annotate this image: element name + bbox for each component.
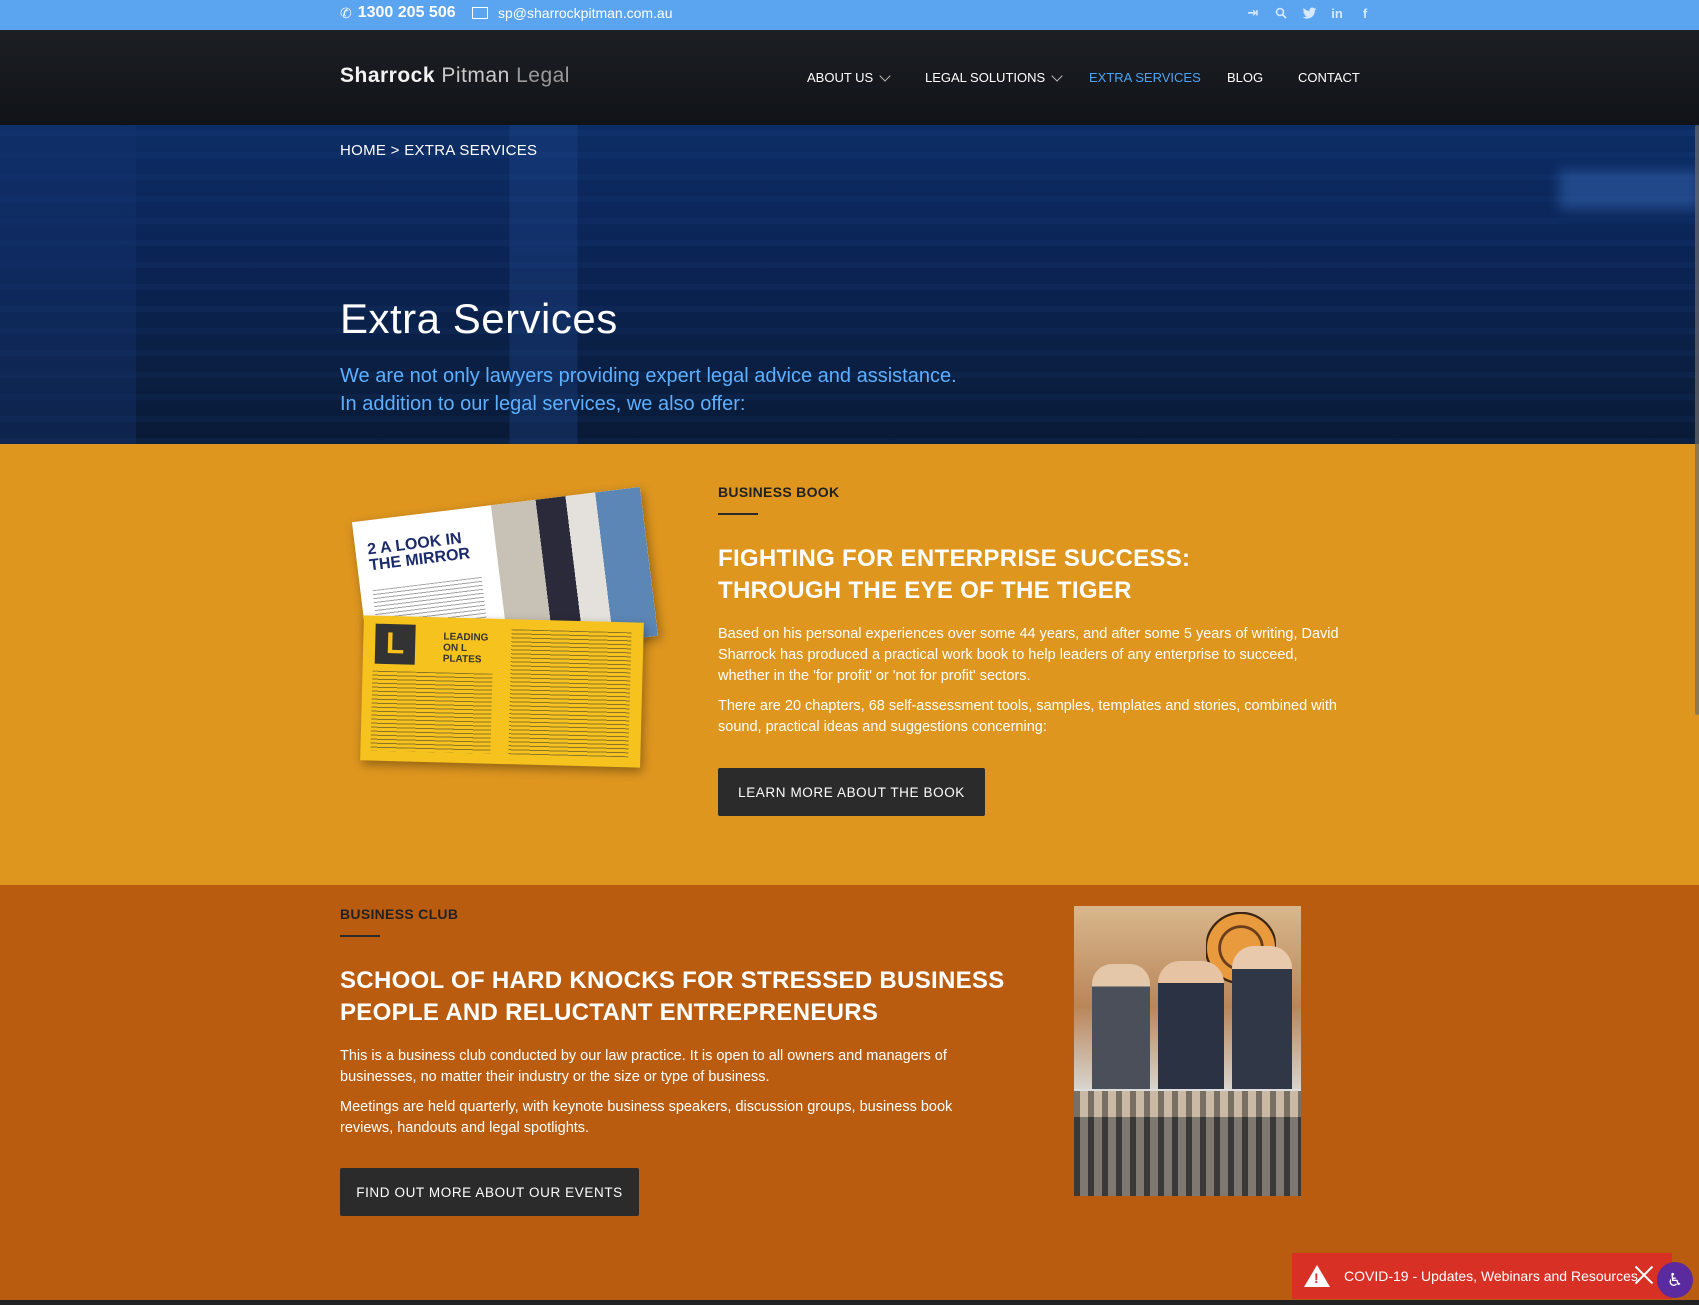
- nav-blog-label: BLOG: [1227, 70, 1264, 85]
- accessibility-icon[interactable]: ♿: [1657, 1262, 1693, 1298]
- site-logo[interactable]: Sharrock Pitman Legal: [340, 64, 570, 88]
- book-page-l-plates: L LEADING ON L PLATES: [360, 615, 644, 768]
- book-description-1: Based on his personal experiences over s…: [718, 626, 1339, 684]
- page-scrollbar[interactable]: [1695, 125, 1699, 715]
- login-icon[interactable]: ⇥: [1245, 5, 1261, 21]
- phone-link[interactable]: ✆ 1300 205 506: [340, 4, 456, 22]
- club-event-photo: [1074, 906, 1301, 1196]
- social-links: ⇥ in f: [1245, 5, 1373, 21]
- hero-decoration: [1559, 170, 1699, 210]
- chevron-down-icon: [879, 69, 891, 82]
- book-spread-image: 2 A LOOK IN THE MIRROR L LEADING ON L PL…: [351, 484, 660, 774]
- search-icon[interactable]: [1273, 5, 1289, 21]
- site-header: Sharrock Pitman Legal ABOUT US LEGAL SOL…: [0, 30, 1699, 125]
- club-title: SCHOOL OF HARD KNOCKS FOR STRESSED BUSIN…: [340, 965, 1005, 1029]
- linkedin-icon[interactable]: in: [1329, 5, 1345, 21]
- l-plate-icon: L: [374, 623, 416, 665]
- section-label-business-book: BUSINESS BOOK: [718, 484, 840, 500]
- envelope-icon: [472, 7, 488, 19]
- nav-extra-services-label: EXTRA SERVICES: [1089, 70, 1201, 85]
- hero-intro-line-2: In addition to our legal services, we al…: [340, 393, 746, 415]
- find-out-events-button[interactable]: FIND OUT MORE ABOUT OUR EVENTS: [340, 1168, 639, 1216]
- covid-notice-text[interactable]: COVID-19 - Updates, Webinars and Resourc…: [1344, 1268, 1638, 1284]
- book-page-l-plates-title: LEADING ON L PLATES: [442, 631, 489, 666]
- logo-part-legal: Legal: [516, 64, 570, 87]
- section-divider: [718, 513, 758, 515]
- club-description-2: Meetings are held quarterly, with keynot…: [340, 1099, 953, 1136]
- logo-part-pitman: Pitman: [441, 64, 510, 87]
- email-link[interactable]: sp@sharrockpitman.com.au: [472, 5, 673, 21]
- section-divider: [340, 935, 380, 937]
- facebook-icon[interactable]: f: [1357, 5, 1373, 21]
- person-figure: [1158, 961, 1224, 1089]
- close-icon[interactable]: [1634, 1265, 1654, 1285]
- hero-intro: We are not only lawyers providing expert…: [340, 362, 957, 418]
- business-book-section: 2 A LOOK IN THE MIRROR L LEADING ON L PL…: [0, 444, 1699, 885]
- learn-more-book-button[interactable]: LEARN MORE ABOUT THE BOOK: [718, 768, 985, 816]
- email-address: sp@sharrockpitman.com.au: [498, 5, 673, 21]
- club-description-1: This is a business club conducted by our…: [340, 1048, 947, 1085]
- book-page-text: [508, 629, 632, 758]
- phone-icon: ✆: [340, 4, 352, 21]
- hero-intro-line-1: We are not only lawyers providing expert…: [340, 365, 957, 387]
- page-title: Extra Services: [340, 295, 618, 342]
- club-audience-photo: [1074, 1091, 1301, 1196]
- book-title: FIGHTING FOR ENTERPRISE SUCCESS: THROUGH…: [718, 543, 1190, 607]
- person-figure: [1232, 946, 1292, 1089]
- section-label-business-club: BUSINESS CLUB: [340, 906, 459, 922]
- twitter-icon[interactable]: [1301, 5, 1317, 21]
- nav-legal-solutions[interactable]: LEGAL SOLUTIONS: [925, 69, 1063, 85]
- club-title-line-1: SCHOOL OF HARD KNOCKS FOR STRESSED BUSIN…: [340, 967, 1005, 994]
- club-title-line-2: PEOPLE AND RELUCTANT ENTREPRENEURS: [340, 999, 879, 1026]
- phone-number: 1300 205 506: [357, 4, 456, 21]
- hero-banner: HOME > EXTRA SERVICES Extra Services We …: [0, 125, 1699, 444]
- nav-about-us-label: ABOUT US: [807, 70, 874, 85]
- book-title-line-2: THROUGH THE EYE OF THE TIGER: [718, 577, 1132, 604]
- nav-contact-label: CONTACT: [1298, 70, 1360, 85]
- book-page-mirror-title: 2 A LOOK IN THE MIRROR: [366, 530, 472, 575]
- breadcrumb[interactable]: HOME > EXTRA SERVICES: [340, 142, 537, 159]
- warning-icon: [1304, 1265, 1330, 1287]
- nav-about-us[interactable]: ABOUT US: [807, 69, 891, 85]
- covid-notice-bar[interactable]: COVID-19 - Updates, Webinars and Resourc…: [1292, 1253, 1672, 1299]
- nav-extra-services[interactable]: EXTRA SERVICES: [1089, 70, 1201, 85]
- top-contact-bar: ✆ 1300 205 506 sp@sharrockpitman.com.au …: [0, 0, 1699, 30]
- nav-legal-solutions-label: LEGAL SOLUTIONS: [925, 70, 1046, 85]
- person-figure: [1092, 964, 1150, 1089]
- nav-contact[interactable]: CONTACT: [1298, 70, 1360, 85]
- chevron-down-icon: [1051, 69, 1063, 82]
- logo-part-sharrock: Sharrock: [340, 64, 436, 87]
- business-club-section: BUSINESS CLUB SCHOOL OF HARD KNOCKS FOR …: [0, 885, 1699, 1300]
- club-group-photo: [1074, 906, 1301, 1089]
- nav-blog[interactable]: BLOG: [1227, 70, 1263, 85]
- book-description-2: There are 20 chapters, 68 self-assessmen…: [718, 698, 1337, 735]
- book-page-text: [370, 670, 493, 754]
- book-title-line-1: FIGHTING FOR ENTERPRISE SUCCESS:: [718, 545, 1191, 572]
